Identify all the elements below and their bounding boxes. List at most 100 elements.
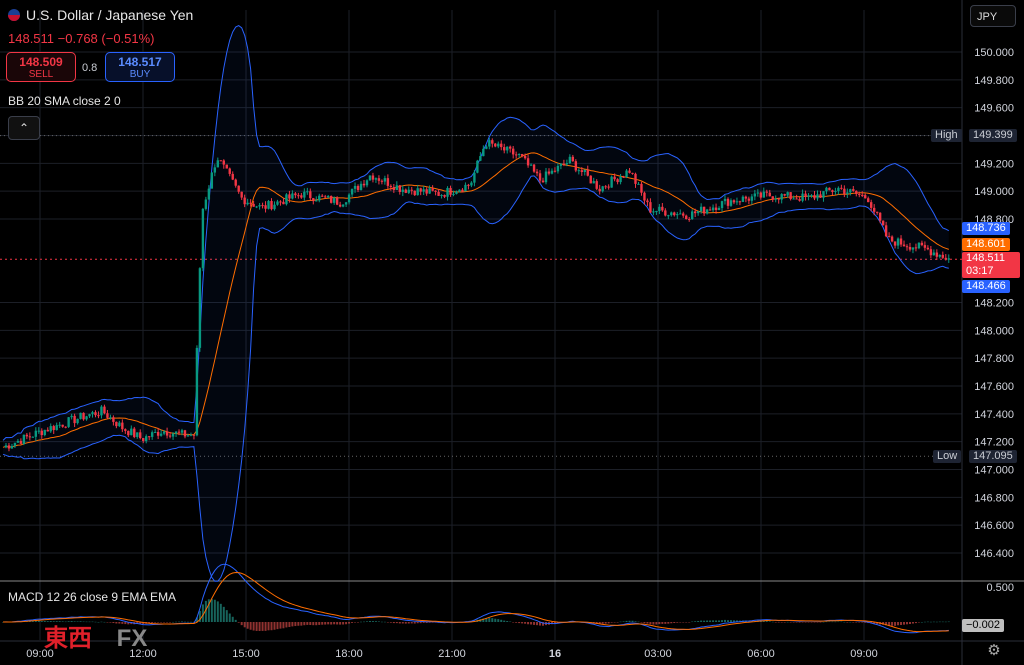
candle-body [362, 183, 366, 186]
candle-body [124, 429, 127, 431]
macd-histogram-bar [613, 622, 616, 623]
candle-body [219, 160, 222, 162]
candle-body [577, 170, 581, 172]
candle-body [887, 236, 891, 238]
candle-body [869, 202, 873, 208]
candle-body [183, 430, 187, 437]
macd-histogram-bar [255, 622, 258, 631]
candle-body [279, 201, 282, 203]
candle-body [192, 434, 196, 436]
candle-body [473, 172, 476, 183]
macd-indicator-label[interactable]: MACD 12 26 close 9 EMA EMA [8, 590, 176, 604]
macd-histogram-bar [413, 622, 416, 624]
candle-body [350, 188, 354, 195]
sell-button[interactable]: 148.509 SELL [6, 52, 76, 82]
macd-histogram-bar [792, 622, 795, 623]
collapse-indicators-button[interactable]: ⌃ [8, 116, 40, 140]
candle-body [383, 178, 387, 182]
candle-body [19, 440, 23, 444]
macd-histogram-bar [282, 622, 285, 629]
macd-histogram-bar [324, 622, 327, 625]
macd-histogram-bar [530, 622, 533, 625]
currency-select[interactable]: JPY [970, 5, 1016, 27]
candle-body [690, 211, 694, 220]
candle-body [807, 195, 810, 197]
candle-body [228, 168, 231, 174]
candle-body [180, 430, 184, 433]
settings-gear-icon[interactable]: ⚙ [984, 641, 1004, 661]
candle-body [443, 194, 446, 197]
currency-text: JPY [977, 11, 998, 23]
candle-body [935, 252, 939, 257]
candle-body [201, 208, 205, 269]
candle-body [735, 201, 739, 203]
macd-histogram-bar [216, 601, 219, 622]
candle-body [100, 406, 103, 416]
candle-body [723, 198, 727, 202]
candle-body [470, 182, 473, 186]
macd-histogram-bar [189, 621, 192, 623]
macd-histogram-bar [920, 621, 923, 623]
candle-body [171, 433, 175, 437]
candle-body [899, 238, 903, 245]
candle-body [601, 186, 604, 192]
candle-body [547, 171, 551, 174]
candle-body [780, 194, 783, 200]
candle-body [938, 254, 942, 257]
symbol-title[interactable]: U.S. Dollar / Japanese Yen [8, 7, 193, 23]
macd-histogram-bar [186, 621, 189, 623]
price-chart[interactable]: 150.000149.800149.600149.400149.200149.0… [0, 0, 1024, 665]
candle-body [127, 430, 130, 436]
macd-histogram-bar [503, 620, 506, 622]
macd-histogram-bar [276, 622, 279, 630]
candle-body [428, 188, 431, 194]
candle-body [574, 161, 578, 171]
macd-histogram-bar [846, 622, 849, 623]
candle-body [568, 156, 572, 164]
candle-body [523, 155, 527, 159]
candle-body [550, 170, 554, 174]
candle-body [186, 435, 190, 437]
candle-body [261, 205, 264, 207]
sell-label: SELL [28, 69, 54, 80]
candle-body [947, 258, 950, 260]
macd-histogram-bar [327, 622, 330, 625]
candle-body [926, 247, 930, 250]
macd-histogram-bar [225, 610, 228, 622]
buy-button[interactable]: 148.517 BUY [105, 52, 175, 82]
candle-body [52, 426, 55, 431]
macd-histogram-bar [416, 622, 419, 624]
macd-histogram-bar [813, 622, 816, 623]
candle-body [816, 194, 819, 199]
candle-body [76, 418, 79, 424]
candle-body [586, 169, 589, 176]
candle-body [94, 412, 97, 416]
candle-body [810, 195, 813, 197]
candle-body [744, 196, 748, 199]
candle-body [359, 183, 363, 190]
macd-histogram-bar [914, 622, 917, 624]
macd-histogram-bar [315, 622, 318, 626]
candle-body [195, 347, 199, 436]
candle-body [479, 156, 482, 161]
candle-body [867, 198, 870, 203]
candle-body [720, 201, 724, 209]
candle-body [222, 160, 225, 165]
macd-histogram-bar [273, 622, 276, 630]
symbol-title-text: U.S. Dollar / Japanese Yen [26, 7, 194, 23]
price-axis-label: 147.000 [974, 465, 1014, 477]
candle-body [321, 195, 324, 197]
candle-body [765, 191, 768, 193]
candle-body [750, 196, 754, 201]
macd-histogram-bar [849, 621, 852, 623]
candle-body [643, 192, 646, 201]
macd-histogram-bar [249, 622, 252, 630]
candle-body [485, 146, 488, 149]
macd-histogram-bar [908, 622, 911, 625]
macd-histogram-bar [816, 622, 819, 623]
candle-body [109, 417, 112, 419]
bb-indicator-label[interactable]: BB 20 SMA close 2 0 [8, 94, 121, 108]
macd-histogram-bar [389, 622, 392, 623]
candle-body [335, 197, 339, 205]
candle-body [252, 203, 255, 207]
